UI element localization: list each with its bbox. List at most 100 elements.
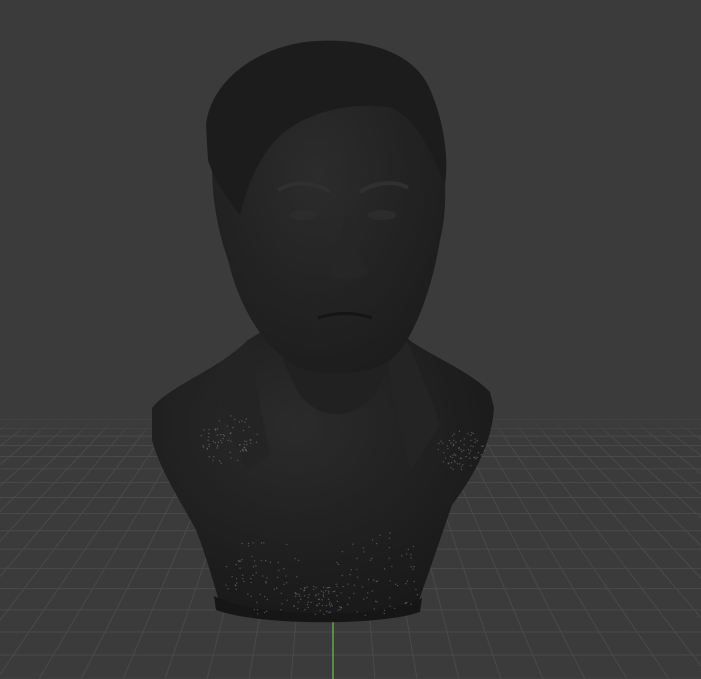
surface-speckle [230, 415, 232, 417]
surface-speckle [320, 590, 323, 592]
surface-speckle [467, 448, 470, 451]
surface-speckle [241, 574, 244, 576]
surface-speckle [347, 583, 349, 585]
3d-viewport[interactable] [0, 0, 701, 679]
surface-speckle [448, 439, 451, 442]
surface-speckle [475, 457, 477, 460]
surface-speckle [388, 597, 391, 599]
surface-speckle [339, 608, 341, 611]
surface-speckle [239, 443, 241, 446]
surface-speckle [239, 567, 241, 570]
surface-speckle [326, 587, 328, 589]
surface-speckle [260, 559, 263, 562]
surface-speckle [383, 609, 386, 612]
surface-speckle [450, 467, 452, 469]
surface-speckle [458, 446, 460, 449]
surface-speckle [437, 448, 439, 451]
surface-speckle [322, 595, 325, 598]
surface-speckle [473, 457, 476, 459]
surface-speckle [253, 560, 256, 562]
surface-speckle [278, 569, 280, 571]
surface-speckle [314, 613, 317, 615]
surface-speckle [325, 604, 328, 607]
surface-speckle [223, 435, 226, 437]
surface-speckle [353, 592, 355, 595]
surface-speckle [261, 575, 264, 577]
surface-speckle [451, 457, 453, 459]
surface-speckle [315, 594, 317, 596]
surface-speckle [463, 449, 465, 451]
surface-speckle [369, 559, 372, 561]
surface-speckle [294, 557, 296, 560]
surface-speckle [413, 565, 415, 568]
surface-speckle [203, 429, 205, 431]
surface-speckle [367, 578, 370, 581]
surface-speckle [356, 611, 358, 613]
surface-speckle [388, 557, 390, 560]
surface-speckle [300, 588, 302, 590]
surface-speckle [321, 604, 324, 607]
surface-speckle [460, 449, 462, 451]
surface-speckle [453, 459, 456, 461]
surface-speckle [227, 439, 229, 442]
surface-speckle [219, 433, 222, 436]
surface-speckle [265, 582, 267, 584]
surface-speckle [247, 593, 249, 595]
surface-speckle [463, 438, 465, 440]
surface-speckle [294, 595, 297, 597]
surface-speckle [336, 561, 338, 564]
surface-speckle [460, 468, 463, 471]
surface-speckle [389, 532, 391, 534]
surface-speckle [225, 565, 228, 568]
surface-speckle [221, 441, 223, 444]
surface-speckle [306, 586, 308, 588]
surface-speckle [331, 605, 333, 607]
surface-speckle [444, 457, 447, 459]
surface-speckle [242, 577, 244, 580]
surface-speckle [236, 582, 238, 584]
surface-speckle [222, 433, 224, 436]
surface-speckle [310, 601, 312, 604]
surface-speckle [356, 568, 358, 571]
surface-speckle [235, 584, 237, 587]
surface-speckle [412, 568, 414, 570]
surface-speckle [246, 443, 248, 446]
surface-speckle [325, 590, 327, 592]
surface-speckle [410, 557, 412, 559]
surface-speckle [286, 543, 288, 546]
surface-speckle [443, 451, 445, 454]
surface-speckle [296, 576, 298, 578]
surface-speckle [318, 602, 321, 605]
surface-speckle [242, 450, 245, 452]
surface-speckle [306, 603, 309, 606]
surface-speckle [476, 456, 478, 459]
surface-speckle [241, 559, 243, 561]
surface-speckle [328, 586, 331, 589]
surface-speckle [280, 609, 282, 611]
surface-speckle [318, 593, 320, 595]
surface-speckle [243, 580, 245, 583]
surface-speckle [218, 420, 221, 422]
surface-speckle [349, 573, 351, 576]
surface-speckle [328, 611, 330, 614]
surface-speckle [230, 440, 232, 442]
surface-speckle [241, 542, 243, 545]
surface-speckle [335, 583, 337, 585]
surface-speckle [450, 461, 453, 464]
surface-speckle [364, 614, 367, 616]
surface-speckle [297, 601, 300, 603]
surface-speckle [253, 608, 256, 611]
scene-canvas[interactable] [0, 0, 701, 679]
surface-speckle [440, 440, 442, 442]
surface-speckle [300, 598, 302, 601]
surface-speckle [458, 430, 461, 433]
surface-speckle [217, 441, 220, 443]
surface-speckle [249, 577, 252, 580]
surface-speckle [456, 463, 458, 465]
surface-speckle [474, 438, 476, 440]
surface-speckle [329, 605, 332, 608]
surface-speckle [208, 428, 210, 431]
surface-speckle [241, 420, 243, 422]
surface-speckle [467, 433, 469, 435]
surface-speckle [285, 575, 287, 577]
